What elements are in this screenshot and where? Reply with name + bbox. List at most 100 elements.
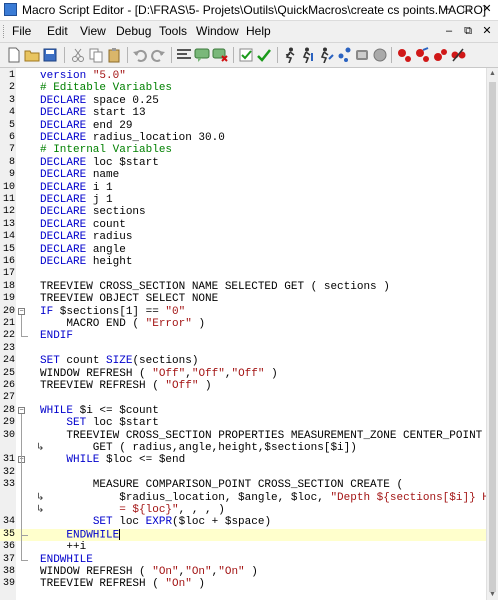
menu-view[interactable]: View	[80, 24, 106, 38]
code-line[interactable]: 37 ENDWHILE	[0, 553, 486, 566]
menu-tools[interactable]: Tools	[159, 24, 187, 38]
code-line[interactable]: ↳ GET ( radius,angle,height,$sections[$i…	[0, 442, 486, 454]
insert-command-icon[interactable]	[176, 47, 192, 63]
code-line[interactable]: 7 # Internal Variables	[0, 144, 486, 156]
breakpoint-next-icon[interactable]	[432, 47, 448, 63]
undo-icon[interactable]	[132, 47, 148, 63]
step-into-icon[interactable]	[300, 47, 316, 63]
code-token: version	[40, 70, 87, 82]
scroll-down-arrow-icon[interactable]: ▼	[489, 591, 496, 598]
code-line[interactable]: 3 DECLARE space 0.25	[0, 95, 486, 107]
minimize-button[interactable]: –	[440, 2, 454, 16]
fold-collapse-icon[interactable]: −	[18, 406, 25, 414]
code-line[interactable]: 11 DECLARE j 1	[0, 194, 486, 206]
cut-icon[interactable]	[70, 47, 86, 63]
code-line[interactable]: 27	[0, 392, 486, 404]
code-text: IF $sections[1] == "0"	[40, 306, 185, 318]
fold-collapse-icon[interactable]: −	[18, 307, 25, 315]
line-number: 24	[2, 355, 15, 367]
vertical-scrollbar[interactable]: ▲ ▼	[486, 68, 498, 600]
step-out-icon[interactable]	[336, 47, 352, 63]
code-line[interactable]: 26 TREEVIEW REFRESH ( "Off" )	[0, 380, 486, 392]
copy-icon[interactable]	[88, 47, 104, 63]
menu-edit[interactable]: Edit	[47, 24, 68, 38]
code-line[interactable]: 4 DECLARE start 13	[0, 107, 486, 119]
line-number: 4	[8, 107, 15, 119]
stop-icon[interactable]	[372, 47, 388, 63]
code-line[interactable]: ↳ $radius_location, $angle, $loc, "Depth…	[0, 492, 489, 504]
delete-comment-icon[interactable]	[212, 47, 228, 63]
code-line[interactable]: 14 DECLARE radius	[0, 231, 486, 243]
text-caret	[119, 528, 121, 540]
menu-file[interactable]: File	[12, 24, 31, 38]
save-icon[interactable]	[42, 47, 58, 63]
line-number: 15	[2, 243, 15, 255]
code-line[interactable]: 33 MEASURE COMPARISON_POINT CROSS_SECTIO…	[0, 479, 486, 491]
validate-icon[interactable]	[238, 47, 254, 63]
check-syntax-icon[interactable]	[256, 47, 272, 63]
code-token: "On"	[152, 566, 179, 578]
code-line[interactable]: 24 SET count SIZE(sections)	[0, 355, 486, 367]
menu-grip[interactable]	[3, 25, 7, 38]
code-line[interactable]: 20− IF $sections[1] == "0"	[0, 306, 486, 318]
code-editor[interactable]: 1 version "5.0" 2 # Editable Variables 3 DECL…	[0, 68, 489, 600]
run-to-cursor-icon[interactable]	[354, 47, 370, 63]
paste-icon[interactable]	[106, 47, 122, 63]
toggle-breakpoint-icon[interactable]	[396, 47, 412, 63]
mdi-close-button[interactable]: ✕	[480, 23, 494, 39]
code-token: DECLARE	[40, 94, 87, 107]
scroll-thumb[interactable]	[489, 82, 496, 592]
maximize-button[interactable]: □	[460, 2, 474, 16]
code-token: name	[86, 169, 120, 182]
insert-comment-icon[interactable]	[194, 47, 210, 63]
code-line[interactable]: 23	[0, 343, 486, 355]
code-line[interactable]: 34 SET loc EXPR($loc + $space)	[0, 516, 486, 528]
code-line[interactable]: 16 DECLARE height	[0, 256, 486, 268]
menu-debug[interactable]: Debug	[116, 24, 151, 38]
code-line[interactable]: 1 version "5.0"	[0, 70, 486, 82]
code-line[interactable]: 9 DECLARE name	[0, 169, 486, 181]
code-line[interactable]: ↳ = ${loc}", , , )	[0, 504, 486, 516]
code-line[interactable]: 28− WHILE $i <= $count	[0, 405, 486, 417]
code-line[interactable]: 31− WHILE $loc <= $end	[0, 454, 486, 466]
close-button[interactable]: ✕	[480, 2, 494, 16]
code-line[interactable]: 2 # Editable Variables	[0, 82, 486, 94]
code-line[interactable]: 32	[0, 467, 486, 479]
scroll-up-arrow-icon[interactable]: ▲	[489, 70, 496, 77]
redo-icon[interactable]	[150, 47, 166, 63]
code-line[interactable]: 18 TREEVIEW CROSS_SECTION NAME SELECTED G…	[0, 281, 486, 293]
code-text: TREEVIEW OBJECT SELECT NONE	[40, 293, 218, 305]
code-line[interactable]: 13 DECLARE count	[0, 219, 486, 231]
code-line[interactable]: 21 MACRO END ( "Error" )	[0, 318, 486, 330]
new-file-icon[interactable]	[6, 47, 22, 63]
code-line[interactable]: 38 WINDOW REFRESH ( "On","On","On" )	[0, 566, 486, 578]
title-bar[interactable]: Macro Script Editor - [D:\FRAS\5- Projet…	[0, 0, 498, 21]
step-over-icon[interactable]	[318, 47, 334, 63]
mdi-restore-button[interactable]: ⧉	[461, 23, 475, 39]
run-icon[interactable]	[282, 47, 298, 63]
code-line[interactable]: 6 DECLARE radius_location 30.0	[0, 132, 486, 144]
code-line[interactable]: 10 DECLARE i 1	[0, 182, 486, 194]
code-line[interactable]: 19 TREEVIEW OBJECT SELECT NONE	[0, 293, 486, 305]
line-number: 25	[2, 367, 15, 379]
code-line[interactable]: 29 SET loc $start	[0, 417, 486, 429]
breakpoint-prev-icon[interactable]	[450, 47, 466, 63]
menu-help[interactable]: Help	[246, 24, 271, 38]
code-line[interactable]: 22 ENDIF	[0, 330, 486, 342]
code-line[interactable]: 36 ++i	[0, 541, 486, 553]
code-line[interactable]: 25 WINDOW REFRESH ( "Off","Off","Off" )	[0, 368, 486, 380]
code-line[interactable]: 8 DECLARE loc $start	[0, 157, 486, 169]
mdi-minimize-button[interactable]: –	[442, 23, 456, 39]
clear-breakpoints-icon[interactable]	[414, 47, 430, 63]
code-line[interactable]: 30 TREEVIEW CROSS_SECTION PROPERTIES MEA…	[0, 430, 486, 442]
code-line[interactable]: 15 DECLARE angle	[0, 244, 486, 256]
code-line[interactable]: 35 ENDWHILE	[0, 528, 486, 541]
code-token: "Off"	[231, 367, 265, 380]
open-folder-icon[interactable]	[24, 47, 40, 63]
menu-window[interactable]: Window	[196, 24, 239, 38]
code-line[interactable]: 5 DECLARE end 29	[0, 120, 486, 132]
code-line[interactable]: 17	[0, 268, 486, 280]
code-line[interactable]: 39 TREEVIEW REFRESH ( "On" )	[0, 578, 486, 590]
code-token: start 13	[86, 107, 146, 120]
code-line[interactable]: 12 DECLARE sections	[0, 206, 486, 218]
